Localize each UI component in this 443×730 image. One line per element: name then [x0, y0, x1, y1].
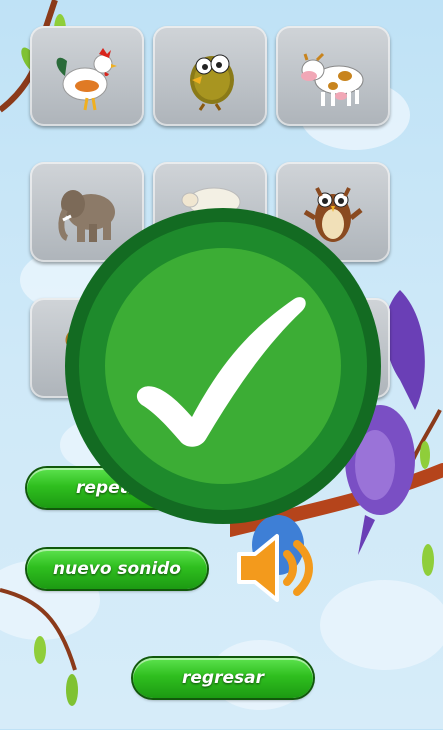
tile-rooster[interactable]: [30, 26, 144, 126]
checkmark-icon: [65, 208, 381, 524]
chick-icon: [190, 54, 234, 111]
bottom-branch-icon: [0, 588, 78, 706]
tile-chick[interactable]: [153, 26, 267, 126]
tile-cow[interactable]: [276, 26, 390, 126]
cow-icon: [301, 52, 364, 106]
success-overlay: [64, 207, 382, 525]
new-sound-label: nuevo sonido: [53, 559, 181, 579]
speaker-icon[interactable]: [233, 530, 323, 606]
back-label: regresar: [182, 668, 264, 688]
rooster-icon: [56, 48, 117, 111]
back-button[interactable]: regresar: [133, 658, 313, 698]
new-sound-button[interactable]: nuevo sonido: [27, 549, 207, 589]
